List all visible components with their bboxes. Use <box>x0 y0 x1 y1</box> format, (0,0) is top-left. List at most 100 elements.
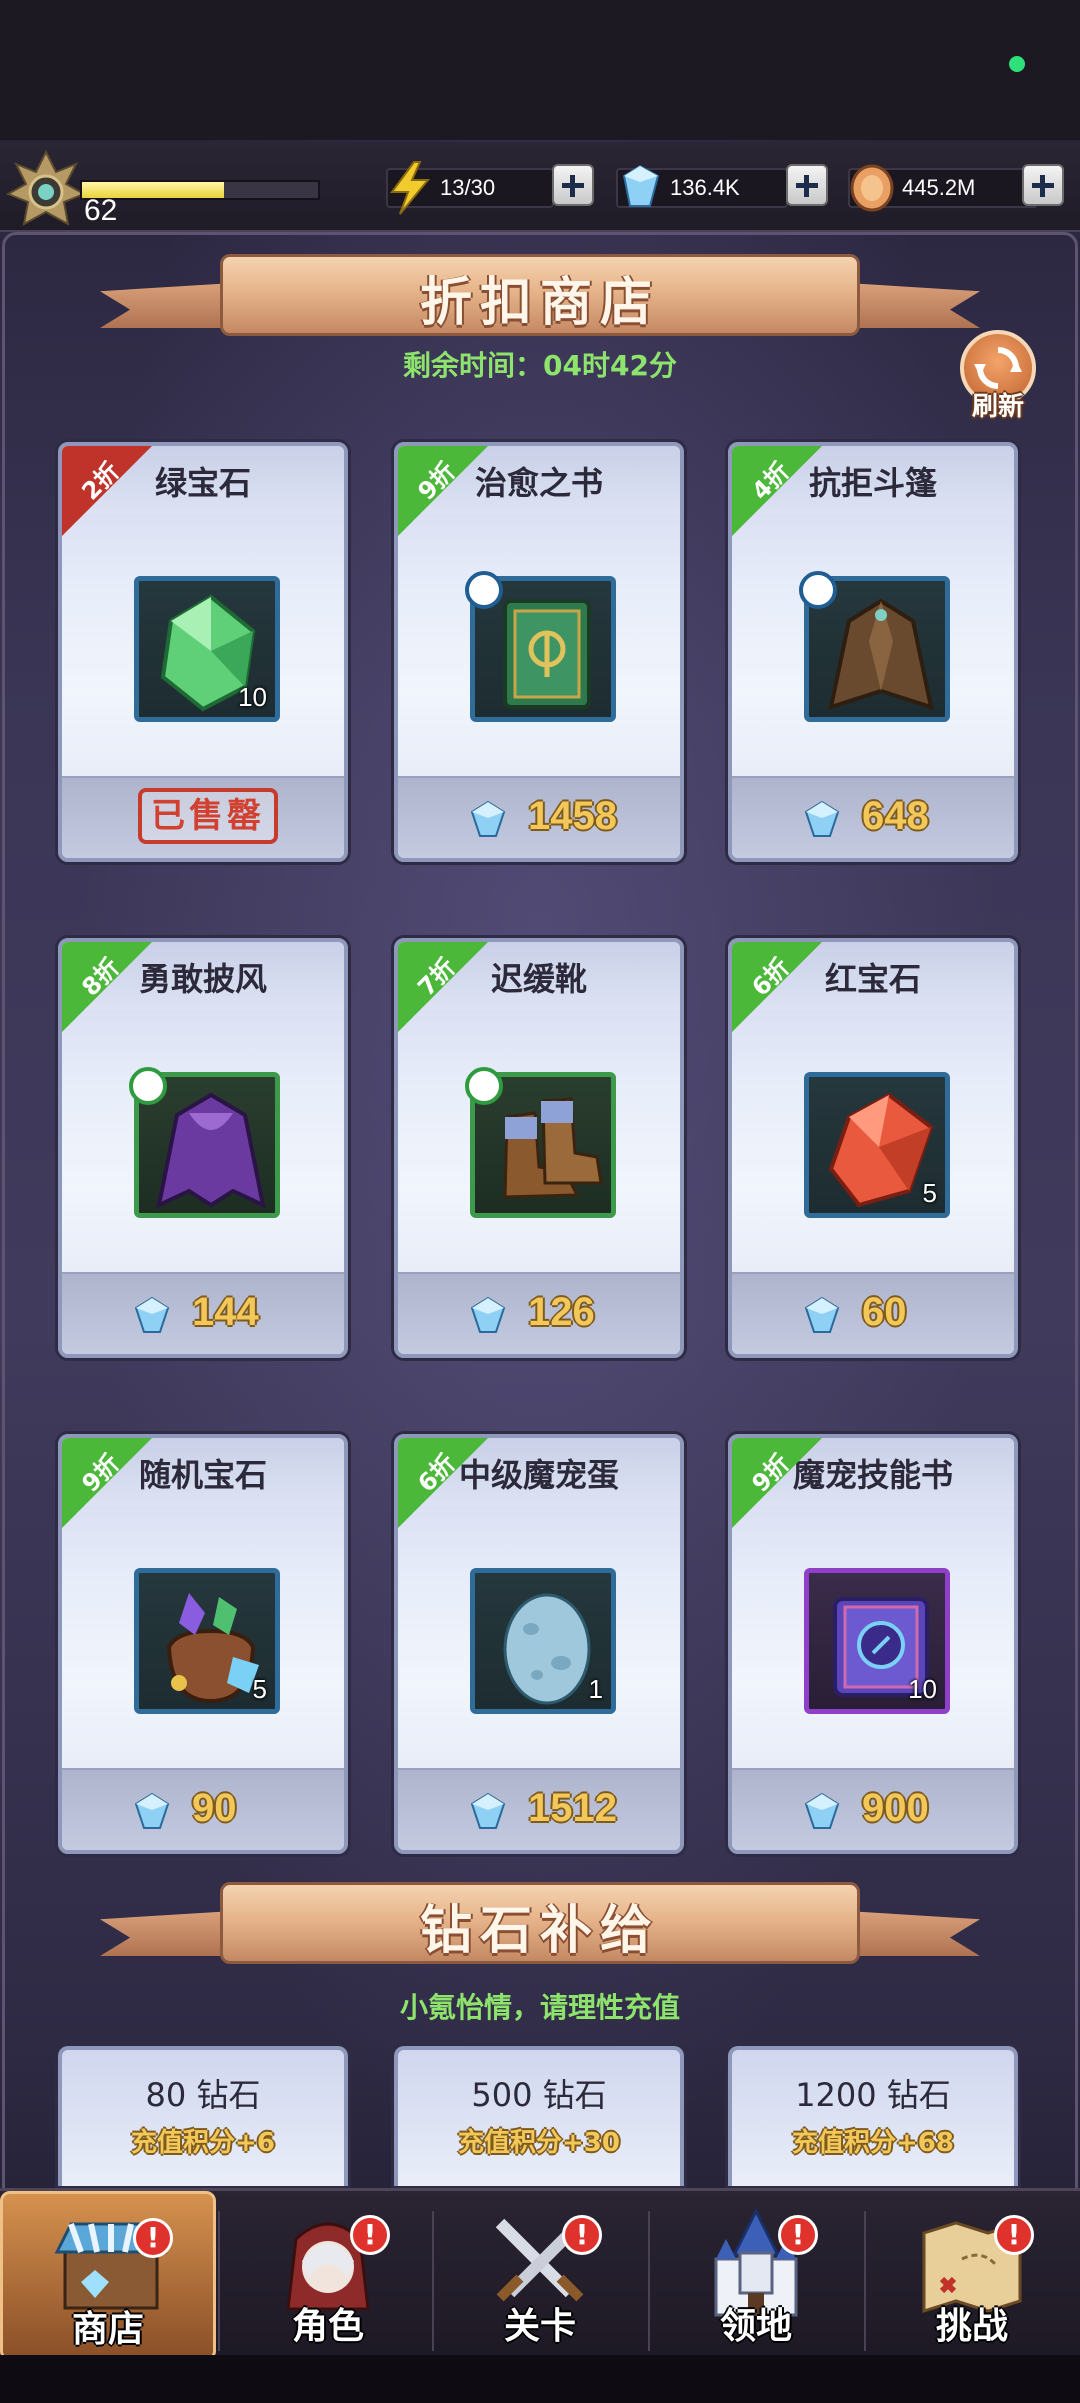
discount-tag: 6折 <box>398 1438 488 1528</box>
purple-cloak-icon <box>156 1092 266 1209</box>
item-frame: 10 <box>804 1568 950 1714</box>
nav-character[interactable]: ! 角色 <box>220 2191 436 2361</box>
status-bar <box>0 0 1080 140</box>
item-frame <box>799 571 950 722</box>
energy-counter: 13/30 <box>386 161 554 215</box>
diamond-icon <box>614 160 666 216</box>
pack-amount: 80 钻石 <box>145 2076 261 2114</box>
boots-icon <box>503 1097 603 1199</box>
diamond-icon <box>130 1296 174 1340</box>
equipment-slot-icon <box>129 1067 167 1105</box>
equipment-slot-icon <box>465 1067 503 1105</box>
nav-stages-label: 关卡 <box>503 2306 576 2347</box>
pack-amount: 500 钻石 <box>471 2076 607 2114</box>
player-level: 62 <box>84 194 118 227</box>
pack-points: 充值积分+30 <box>458 2128 620 2158</box>
challenge-alert-badge: ! <box>994 2215 1034 2255</box>
recharge-title: 钻石补给 <box>419 1900 660 1961</box>
nav-shop-label: 商店 <box>71 2309 144 2350</box>
discount-tag: 7折 <box>398 942 488 1032</box>
discount-tag: 6折 <box>732 942 822 1032</box>
add-energy-button[interactable] <box>552 164 594 206</box>
shop-item-card[interactable]: 随机宝石 9折 5 90 <box>58 1434 348 1854</box>
recharge-title-ribbon: 钻石补给 <box>100 1874 980 1974</box>
shop-item-card[interactable]: 中级魔宠蛋 6折 1 1512 <box>394 1434 684 1854</box>
add-gold-button[interactable] <box>1022 164 1064 206</box>
equipment-slot-icon <box>799 571 837 609</box>
gold-value: 445.2M <box>902 175 976 200</box>
shop-title-ribbon: 折扣商店 <box>100 246 980 346</box>
nav-challenge-label: 挑战 <box>935 2306 1008 2347</box>
brown-cloak-icon <box>828 598 934 710</box>
nav-stages[interactable]: ! 关卡 <box>432 2191 648 2361</box>
discount-tag: 4折 <box>732 446 822 536</box>
item-frame: 1 <box>470 1568 616 1714</box>
resource-bar: 62 13/30 136.4K 445.2M <box>0 142 1080 232</box>
shop-item-card[interactable]: 勇敢披风 8折 144 <box>58 938 348 1358</box>
discount-tag: 9折 <box>62 1438 152 1528</box>
diamond-icon <box>466 1296 510 1340</box>
item-frame <box>465 1067 616 1218</box>
diamond-counter: 136.4K <box>616 164 788 208</box>
price-bar: 90 <box>62 1768 344 1850</box>
item-price: 648 <box>862 794 929 838</box>
pack-points: 充值积分+68 <box>792 2128 954 2158</box>
item-quantity: 5 <box>922 1178 937 1208</box>
shop-item-card[interactable]: 迟缓靴 7折 126 <box>394 938 684 1358</box>
item-price: 60 <box>862 1290 907 1334</box>
shop-item-card[interactable]: 魔宠技能书 9折 10 900 <box>728 1434 1018 1854</box>
shop-alert-badge: ! <box>133 2218 173 2258</box>
discount-tag: 8折 <box>62 942 152 1032</box>
coin-icon <box>846 160 898 216</box>
nav-territory[interactable]: ! 领地 <box>648 2191 864 2361</box>
item-frame <box>465 571 616 722</box>
item-price: 144 <box>192 1290 259 1334</box>
nav-shop[interactable]: ! 商店 <box>0 2191 216 2361</box>
refresh-icon <box>974 347 1022 389</box>
energy-value: 13/30 <box>440 175 496 200</box>
shop-item-card[interactable]: 红宝石 6折 5 60 <box>728 938 1018 1358</box>
refresh-label: 刷新 <box>971 392 1024 422</box>
item-price: 90 <box>192 1786 237 1830</box>
add-diamond-button[interactable] <box>786 164 828 206</box>
discount-tag: 9折 <box>732 1438 822 1528</box>
diamond-icon <box>800 800 844 844</box>
recharge-pack-1200[interactable]: 1200 钻石 充值积分+68 <box>728 2046 1018 2186</box>
item-price: 1458 <box>528 794 617 838</box>
diamond-icon <box>800 1296 844 1340</box>
price-bar: 1512 <box>398 1768 680 1850</box>
lightning-icon <box>384 160 436 216</box>
recharge-pack-500[interactable]: 500 钻石 充值积分+30 <box>394 2046 684 2186</box>
territory-alert-badge: ! <box>778 2215 818 2255</box>
system-gesture-bar <box>0 2355 1080 2403</box>
shop-title: 折扣商店 <box>419 272 660 333</box>
price-bar: 126 <box>398 1272 680 1354</box>
recharge-pack-80[interactable]: 80 钻石 充值积分+6 <box>58 2046 348 2186</box>
shop-item-card[interactable]: 绿宝石 2折 10 已售罄 <box>58 442 348 862</box>
refresh-button[interactable]: 刷新 <box>956 330 1040 422</box>
stages-alert-badge: ! <box>562 2215 602 2255</box>
player-emblem-icon[interactable] <box>5 149 87 230</box>
nav-character-label: 角色 <box>291 2306 364 2347</box>
price-bar: 648 <box>732 776 1014 858</box>
price-bar: 900 <box>732 1768 1014 1850</box>
item-quantity: 5 <box>252 1674 267 1704</box>
pack-amount: 1200 钻石 <box>795 2076 951 2114</box>
item-quantity: 1 <box>588 1674 603 1704</box>
healing-book-icon <box>503 599 591 709</box>
equipment-slot-icon <box>465 571 503 609</box>
shop-item-card[interactable]: 治愈之书 9折 1458 <box>394 442 684 862</box>
nav-challenge[interactable]: ! 挑战 <box>864 2191 1080 2361</box>
item-price: 1512 <box>528 1786 617 1830</box>
character-alert-badge: ! <box>350 2215 390 2255</box>
gold-counter: 445.2M <box>848 164 1038 212</box>
item-quantity: 10 <box>908 1674 937 1704</box>
item-quantity: 10 <box>238 682 267 712</box>
sold-out-stamp: 已售罄 <box>138 788 278 844</box>
recharge-note: 小氪怡情，请理性充值 <box>399 1991 680 2024</box>
item-price: 126 <box>528 1290 595 1334</box>
shop-item-card[interactable]: 抗拒斗篷 4折 648 <box>728 442 1018 862</box>
diamond-icon <box>130 1792 174 1836</box>
price-bar: 144 <box>62 1272 344 1354</box>
item-frame: 5 <box>134 1568 280 1714</box>
